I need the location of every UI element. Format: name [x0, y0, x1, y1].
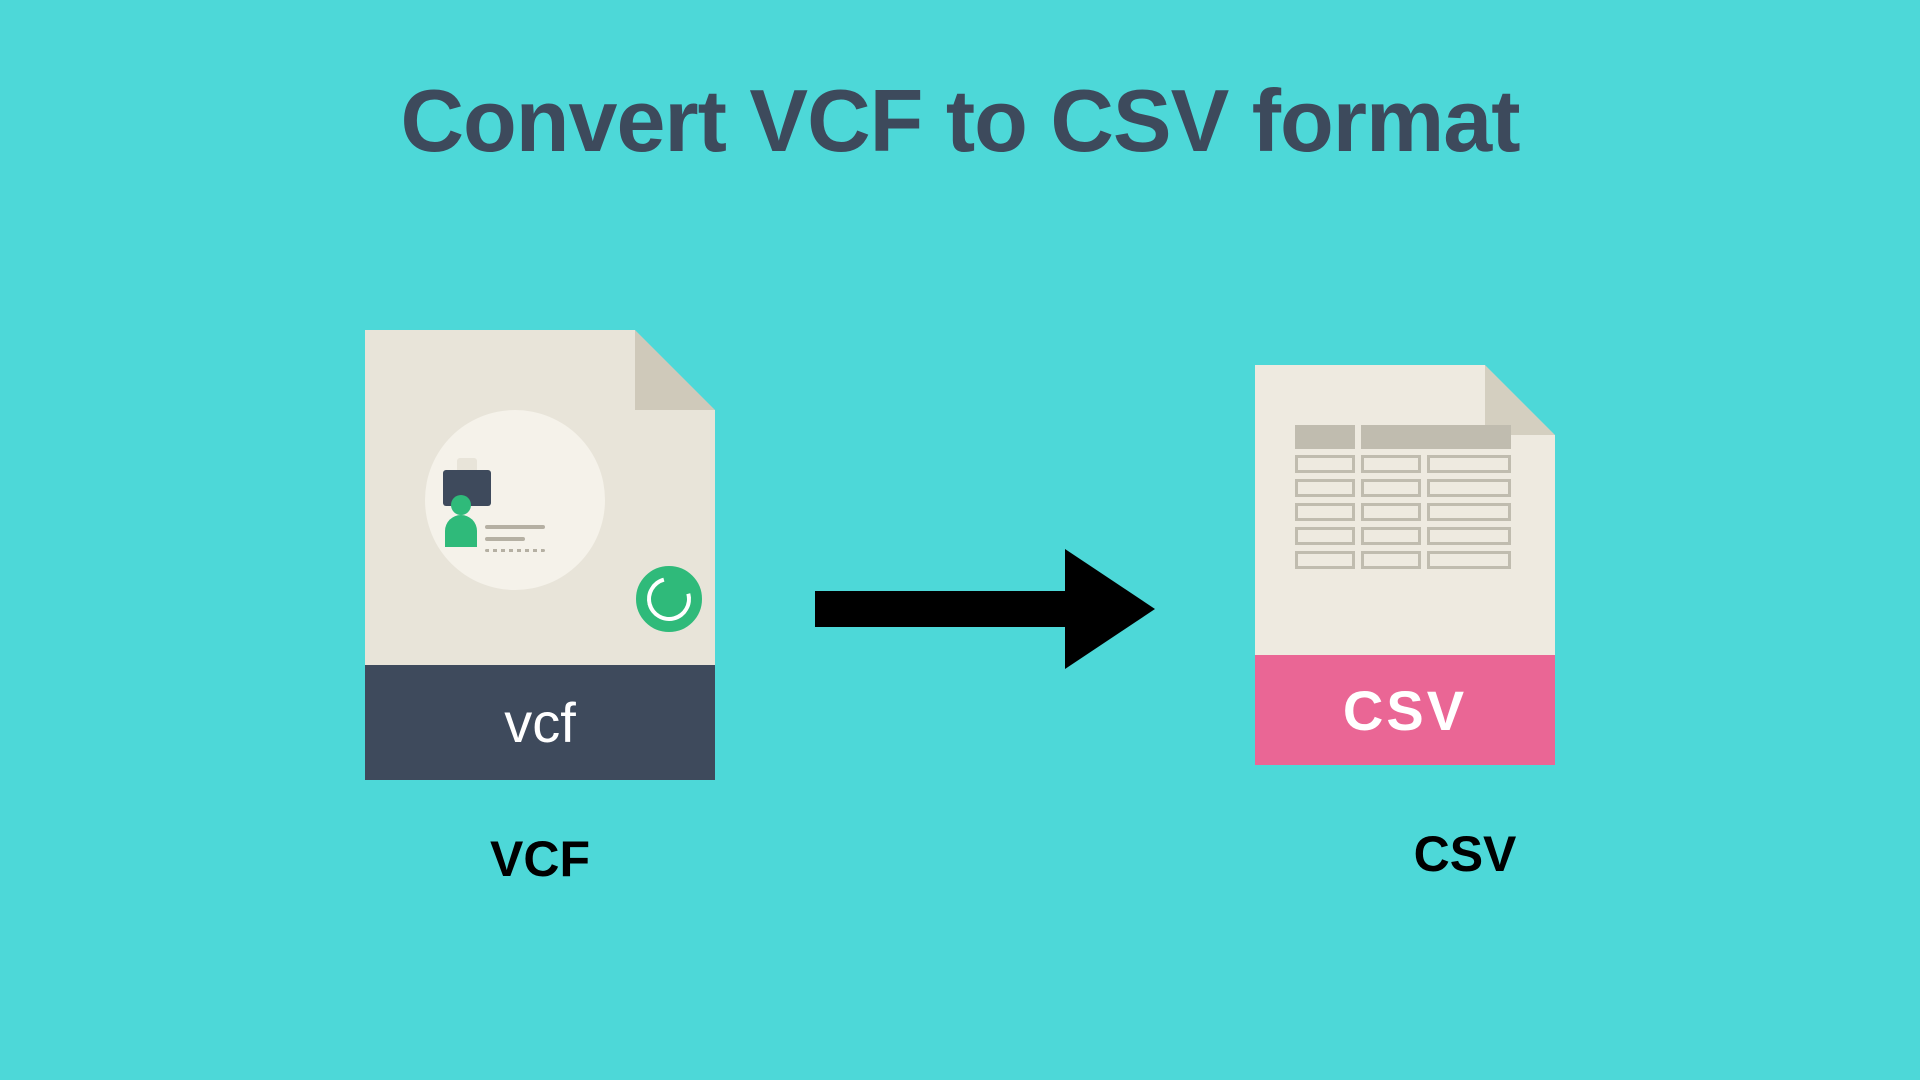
- refresh-icon: [630, 560, 708, 638]
- arrow-right-icon: [815, 549, 1155, 669]
- page-title: Convert VCF to CSV format: [0, 70, 1920, 172]
- source-file-container: vcf VCF: [365, 330, 715, 888]
- csv-file-icon: CSV: [1255, 365, 1555, 765]
- contact-badge-icon: [425, 410, 605, 590]
- conversion-diagram: vcf VCF CSV CSV: [0, 330, 1920, 888]
- file-ext-label: vcf: [365, 665, 715, 780]
- target-caption: CSV: [1414, 825, 1517, 883]
- file-ext-label: CSV: [1255, 655, 1555, 765]
- source-caption: VCF: [490, 830, 590, 888]
- spreadsheet-icon: [1295, 425, 1515, 575]
- page-fold-icon: [635, 330, 715, 410]
- target-file-container: CSV CSV: [1255, 335, 1555, 883]
- person-silhouette-icon: [445, 515, 477, 547]
- vcf-file-icon: vcf: [365, 330, 715, 780]
